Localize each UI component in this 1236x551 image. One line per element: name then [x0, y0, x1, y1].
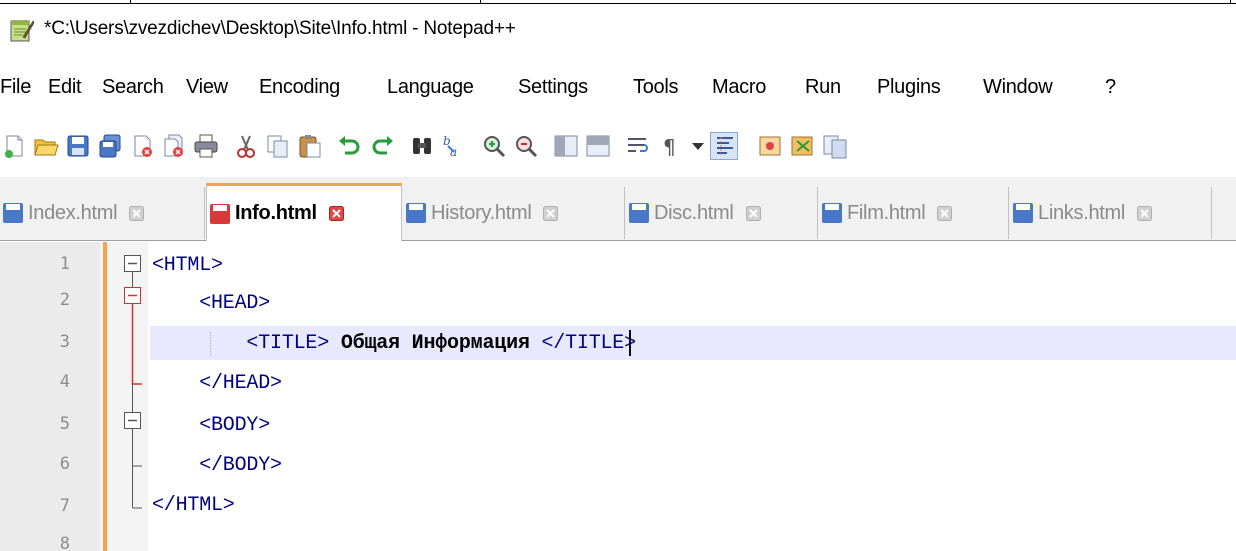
menu-view[interactable]: View: [186, 76, 228, 99]
top-border: [0, 0, 1236, 4]
code-tag: <HTML>: [152, 254, 223, 277]
dropdown-icon[interactable]: [684, 132, 712, 160]
print-icon[interactable]: [192, 132, 220, 160]
svg-text:¶: ¶: [663, 135, 676, 159]
menu-encoding[interactable]: Encoding: [259, 76, 340, 99]
menu-window[interactable]: Window: [983, 76, 1053, 99]
indent-guide-icon[interactable]: [710, 132, 738, 160]
code-tag: <BODY>: [152, 414, 271, 437]
replace-icon[interactable]: ba: [440, 132, 468, 160]
redo-icon[interactable]: [368, 132, 396, 160]
menu-language[interactable]: Language: [387, 76, 474, 99]
paste-icon[interactable]: [296, 132, 324, 160]
tab-history-html[interactable]: History.html: [403, 187, 625, 239]
save-all-icon[interactable]: [96, 132, 124, 160]
code-tag: <HEAD>: [152, 292, 271, 315]
title-bar[interactable]: *C:\Users\zvezdichev\Desktop\Site\Info.h…: [0, 16, 1236, 48]
tab-label: Film.html: [847, 201, 926, 224]
close-icon[interactable]: [128, 132, 156, 160]
code-line[interactable]: </HTML>: [152, 494, 235, 517]
tab-close-icon[interactable]: [129, 205, 145, 221]
tab-disc-html[interactable]: Disc.html: [626, 187, 818, 239]
tab-film-html[interactable]: Film.html: [819, 187, 1009, 239]
line-number: 7: [59, 496, 70, 516]
cut-icon[interactable]: [232, 132, 260, 160]
change-history-marker: [103, 242, 107, 551]
tab-index-html[interactable]: Index.html: [0, 187, 205, 239]
code-line[interactable]: <BODY>: [152, 414, 270, 437]
editor-area[interactable]: 1 2 3 4 5 6 7 8 <HTML> <HEAD> <TITLE> Об…: [0, 242, 1236, 551]
menu-run[interactable]: Run: [805, 76, 841, 99]
line-number: 1: [59, 254, 70, 274]
code-tag: </TITLE>: [529, 332, 636, 355]
tab-links-html[interactable]: Links.html: [1010, 187, 1212, 239]
close-all-icon[interactable]: [160, 132, 188, 160]
tab-close-icon[interactable]: [328, 206, 344, 221]
undo-icon[interactable]: [336, 132, 364, 160]
menu-help[interactable]: ?: [1105, 76, 1116, 99]
line-number: 2: [59, 290, 70, 310]
menu-plugins[interactable]: Plugins: [877, 76, 941, 99]
code-tag: <TITLE>: [152, 332, 341, 355]
code-line-current[interactable]: <TITLE> Общая Информация </TITLE>: [152, 332, 636, 355]
zoom-in-icon[interactable]: [480, 132, 508, 160]
show-all-chars-icon[interactable]: ¶: [656, 132, 684, 160]
tab-close-icon[interactable]: [745, 205, 761, 221]
copy-icon[interactable]: [264, 132, 292, 160]
menu-bar: File Edit Search View Encoding Language …: [0, 76, 1236, 106]
sync-vertical-icon[interactable]: [552, 132, 580, 160]
word-wrap-icon[interactable]: [624, 132, 652, 160]
doc-map-icon[interactable]: [820, 132, 848, 160]
line-number: 5: [59, 414, 70, 434]
window-title: *C:\Users\zvezdichev\Desktop\Site\Info.h…: [44, 18, 516, 39]
code-text: Общая Информация: [340, 332, 530, 355]
menu-search[interactable]: Search: [102, 76, 164, 99]
saved-disk-icon: [406, 203, 426, 223]
macro-record-icon[interactable]: [756, 132, 784, 160]
toolbar: ba ¶: [0, 128, 1236, 168]
unsaved-disk-icon: [210, 203, 230, 224]
new-file-icon[interactable]: [0, 132, 28, 160]
tab-label: History.html: [431, 201, 532, 224]
menu-tools[interactable]: Tools: [633, 76, 679, 99]
menu-settings[interactable]: Settings: [518, 76, 588, 99]
tab-bar: Index.html Info.html History.html Disc.h…: [0, 177, 1236, 241]
tab-label: Disc.html: [654, 201, 734, 224]
tab-label: Info.html: [235, 202, 317, 224]
notepadpp-app-icon: [10, 20, 35, 42]
tab-close-icon[interactable]: [1137, 205, 1153, 221]
tab-label: Index.html: [28, 201, 118, 224]
text-caret: [629, 330, 631, 356]
macro-play-icon[interactable]: [788, 132, 816, 160]
line-number: 8: [59, 534, 70, 551]
code-tag: </HTML>: [152, 494, 235, 517]
open-file-icon[interactable]: [32, 132, 60, 160]
line-number: 6: [59, 454, 70, 474]
find-icon[interactable]: [408, 132, 436, 160]
tab-close-icon[interactable]: [543, 205, 559, 221]
code-line[interactable]: </BODY>: [152, 454, 282, 477]
tab-info-html[interactable]: Info.html: [206, 183, 402, 241]
line-number: 3: [59, 332, 70, 352]
line-number: 4: [59, 372, 70, 392]
saved-disk-icon: [3, 203, 23, 223]
menu-macro[interactable]: Macro: [712, 76, 766, 99]
saved-disk-icon: [1013, 203, 1033, 223]
fold-tree: [124, 255, 142, 509]
code-line[interactable]: </HEAD>: [152, 372, 282, 395]
tab-close-icon[interactable]: [937, 205, 953, 221]
code-line[interactable]: <HTML>: [152, 254, 223, 277]
tab-label: Links.html: [1038, 201, 1126, 224]
code-tag: </HEAD>: [152, 372, 282, 395]
zoom-out-icon[interactable]: [512, 132, 540, 160]
saved-disk-icon: [629, 203, 649, 223]
menu-edit[interactable]: Edit: [48, 76, 82, 99]
code-line[interactable]: <HEAD>: [152, 292, 270, 315]
sync-horizontal-icon[interactable]: [584, 132, 612, 160]
saved-disk-icon: [822, 203, 842, 223]
code-tag: </BODY>: [152, 454, 282, 477]
menu-file[interactable]: File: [0, 76, 31, 99]
save-icon[interactable]: [64, 132, 92, 160]
